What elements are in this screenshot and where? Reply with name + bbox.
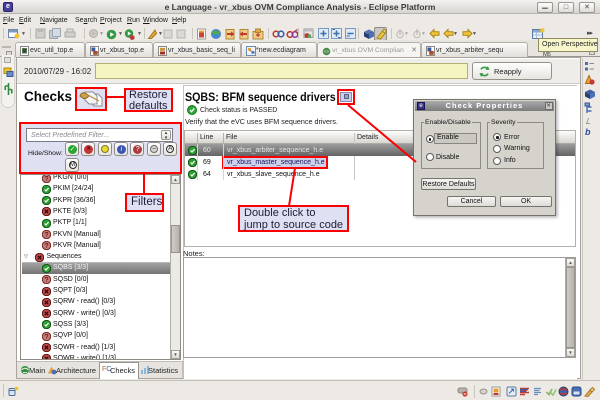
- svg-text:?: ?: [45, 334, 49, 341]
- svg-text:?: ?: [45, 232, 49, 239]
- svg-text:?: ?: [45, 277, 49, 284]
- svg-text:?: ?: [45, 176, 49, 183]
- svg-text:?: ?: [45, 243, 49, 250]
